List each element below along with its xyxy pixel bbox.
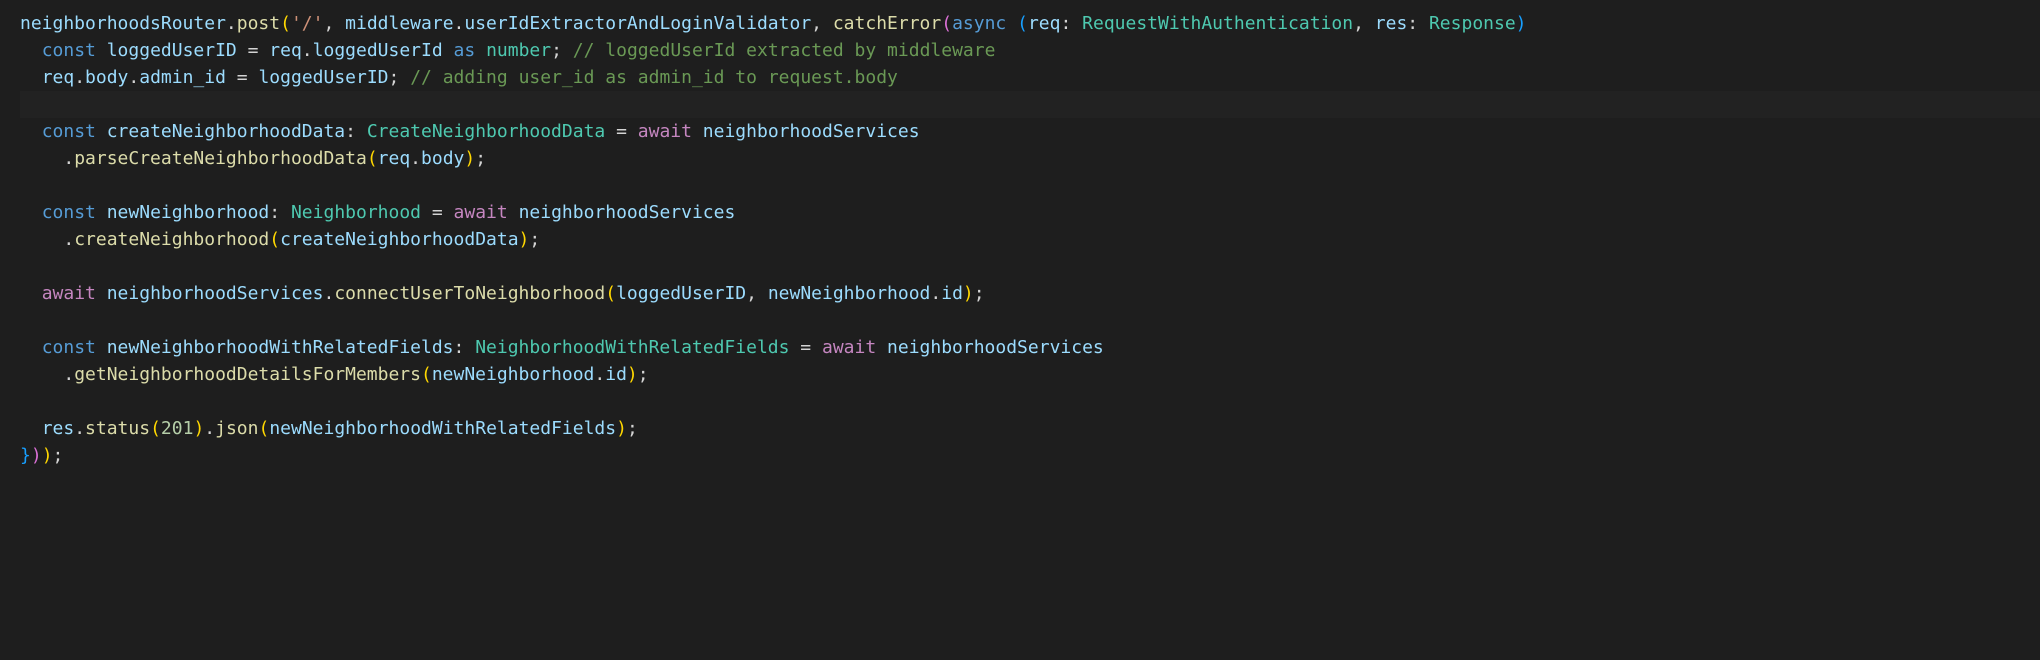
code-line: .getNeighborhoodDetailsForMembers(newNei… — [20, 361, 2040, 388]
code-line: })); — [20, 442, 2040, 469]
code-line: req.body.admin_id = loggedUserID; // add… — [20, 64, 2040, 91]
comment: // loggedUserId extracted by middleware — [573, 40, 996, 61]
code-line: .createNeighborhood(createNeighborhoodDa… — [20, 226, 2040, 253]
string-literal: '/' — [291, 13, 324, 34]
code-line: const newNeighborhood: Neighborhood = aw… — [20, 199, 2040, 226]
code-line — [20, 172, 2040, 199]
code-editor[interactable]: neighborhoodsRouter.post('/', middleware… — [20, 10, 2040, 469]
code-line: const createNeighborhoodData: CreateNeig… — [20, 118, 2040, 145]
code-line-active — [20, 91, 2040, 118]
object-ref: neighborhoodsRouter — [20, 13, 226, 34]
code-line: res.status(201).json(newNeighborhoodWith… — [20, 415, 2040, 442]
code-line: .parseCreateNeighborhoodData(req.body); — [20, 145, 2040, 172]
method-call: post — [237, 13, 280, 34]
code-line: const loggedUserID = req.loggedUserId as… — [20, 37, 2040, 64]
code-line — [20, 388, 2040, 415]
comment: // adding user_id as admin_id to request… — [410, 67, 898, 88]
code-line: const newNeighborhoodWithRelatedFields: … — [20, 334, 2040, 361]
code-line: await neighborhoodServices.connectUserTo… — [20, 280, 2040, 307]
code-line — [20, 307, 2040, 334]
code-line — [20, 253, 2040, 280]
code-line: neighborhoodsRouter.post('/', middleware… — [20, 10, 2040, 37]
